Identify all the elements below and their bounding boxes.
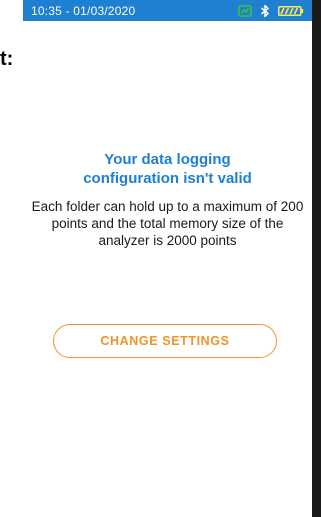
device-screen: 10:35 - 01/03/2020 Your data logging con…: [23, 0, 312, 517]
dialog-title: Your data logging configuration isn't va…: [38, 150, 298, 188]
status-icons: [238, 0, 304, 21]
dialog-title-line1: Your data logging: [104, 151, 231, 168]
page: t: 10:35 - 01/03/2020 Your data logging …: [0, 0, 321, 517]
device-edge: [312, 0, 321, 517]
change-settings-button[interactable]: CHANGE SETTINGS: [53, 324, 277, 358]
dialog-message: Each folder can hold up to a maximum of …: [31, 199, 304, 248]
battery-icon: [278, 5, 304, 17]
dialog-title-line2: configuration isn't valid: [83, 170, 252, 187]
dialog-content: Your data logging configuration isn't va…: [23, 150, 312, 249]
bluetooth-icon: [260, 4, 270, 18]
status-bar: 10:35 - 01/03/2020: [23, 0, 312, 21]
background-fragment-text: t:: [0, 48, 14, 70]
status-time: 10:35 - 01/03/2020: [31, 3, 136, 18]
connection-icon: [238, 4, 252, 18]
